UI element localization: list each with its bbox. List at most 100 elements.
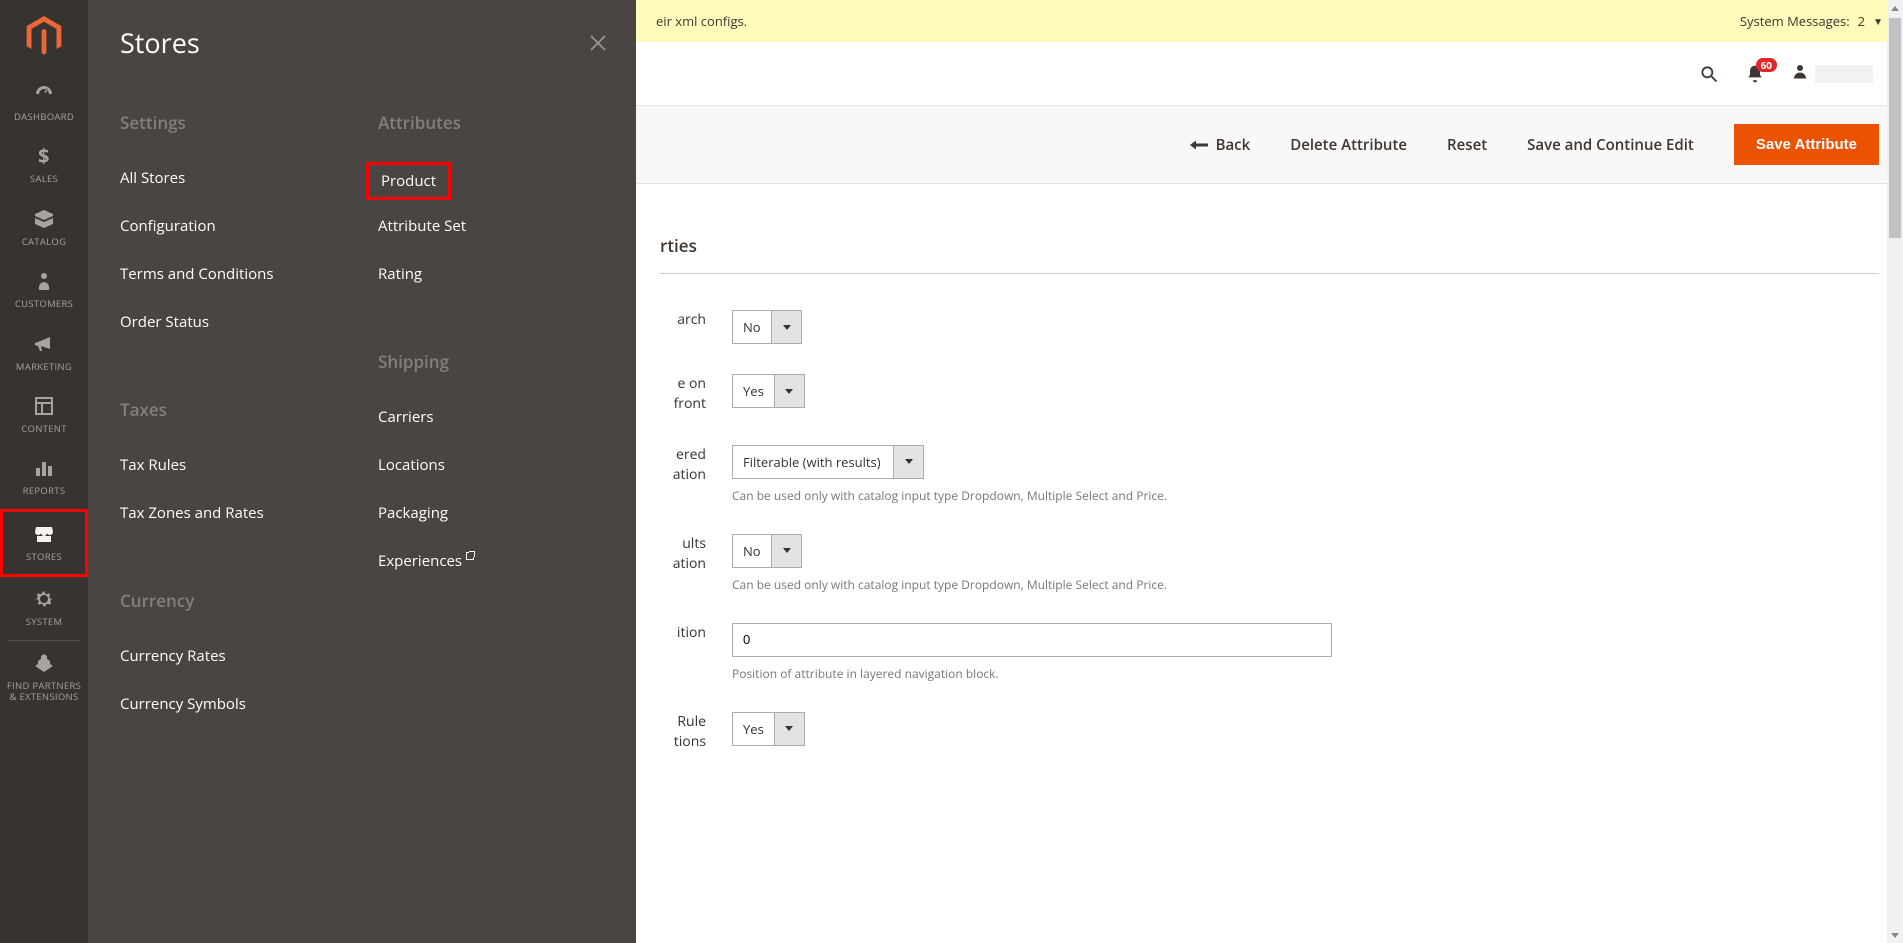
sidebar-item-partners[interactable]: FIND PARTNERS & EXTENSIONS bbox=[0, 641, 88, 715]
sidebar-label: DASHBOARD bbox=[14, 111, 74, 122]
sidebar-item-reports[interactable]: REPORTS bbox=[0, 446, 88, 508]
scroll-down-icon[interactable] bbox=[1887, 927, 1903, 943]
chevron-down-icon: ▼ bbox=[1873, 14, 1883, 28]
dollar-icon: $ bbox=[32, 144, 56, 168]
promo-rule-select[interactable]: Yes bbox=[732, 712, 805, 746]
user-menu[interactable] bbox=[1791, 62, 1873, 85]
flyout-link-terms[interactable]: Terms and Conditions bbox=[120, 264, 358, 284]
flyout-group-shipping: Shipping bbox=[378, 350, 616, 373]
search-icon[interactable] bbox=[1699, 64, 1719, 84]
admin-sidebar: DASHBOARD $ SALES CATALOG CUSTOMERS MARK… bbox=[0, 0, 88, 943]
flyout-link-packaging[interactable]: Packaging bbox=[378, 503, 616, 523]
flyout-link-rating[interactable]: Rating bbox=[378, 264, 616, 284]
flyout-col-left: Settings All Stores Configuration Terms … bbox=[120, 111, 378, 742]
form-row-promo-rule: Rule tions Yes bbox=[660, 712, 1879, 753]
main-content: eir xml configs. System Messages: 2 ▼ 60… bbox=[636, 0, 1903, 943]
partners-icon bbox=[32, 651, 56, 675]
back-label: Back bbox=[1216, 135, 1251, 155]
box-icon bbox=[32, 207, 56, 231]
chevron-down-icon bbox=[774, 713, 804, 745]
form-label-fragment: ults ation bbox=[660, 534, 706, 575]
avatar-icon bbox=[1791, 62, 1809, 85]
username-placeholder bbox=[1815, 65, 1873, 83]
sysmsg-text-fragment: eir xml configs. bbox=[656, 12, 747, 30]
sidebar-label: CUSTOMERS bbox=[15, 298, 73, 309]
comparable-select[interactable]: Yes bbox=[732, 374, 805, 408]
save-continue-button[interactable]: Save and Continue Edit bbox=[1527, 135, 1694, 155]
use-in-search-select[interactable]: No bbox=[732, 310, 802, 344]
system-message-bar: eir xml configs. System Messages: 2 ▼ bbox=[636, 0, 1903, 42]
flyout-link-carriers[interactable]: Carriers bbox=[378, 407, 616, 427]
gear-icon bbox=[32, 587, 56, 611]
external-link-icon bbox=[466, 552, 474, 560]
sysmsg-count: 2 bbox=[1858, 12, 1865, 30]
flyout-link-configuration[interactable]: Configuration bbox=[120, 216, 358, 236]
sidebar-item-customers[interactable]: CUSTOMERS bbox=[0, 259, 88, 321]
flyout-group-settings: Settings bbox=[120, 111, 358, 134]
form-row-comparable: e on front Yes bbox=[660, 374, 1879, 415]
form-label-fragment: e on front bbox=[660, 374, 706, 415]
megaphone-icon bbox=[32, 332, 56, 356]
flyout-link-order-status[interactable]: Order Status bbox=[120, 312, 358, 332]
magento-logo[interactable] bbox=[0, 0, 88, 72]
flyout-link-tax-zones[interactable]: Tax Zones and Rates bbox=[120, 503, 358, 523]
sidebar-label: CONTENT bbox=[21, 423, 67, 434]
flyout-link-attribute-set[interactable]: Attribute Set bbox=[378, 216, 616, 236]
sidebar-label: MARKETING bbox=[16, 361, 72, 372]
flyout-col-right: Attributes Product Attribute Set Rating … bbox=[378, 111, 636, 742]
layered-nav-select[interactable]: Filterable (with results) bbox=[732, 445, 924, 479]
notifications-badge: 60 bbox=[1756, 58, 1777, 72]
delete-attribute-button[interactable]: Delete Attribute bbox=[1290, 135, 1407, 155]
chevron-down-icon bbox=[774, 375, 804, 407]
sidebar-item-dashboard[interactable]: DASHBOARD bbox=[0, 72, 88, 134]
scroll-thumb[interactable] bbox=[1889, 18, 1901, 238]
flyout-group-taxes: Taxes bbox=[120, 398, 358, 421]
scroll-up-icon[interactable] bbox=[1887, 0, 1903, 16]
flyout-group-attributes: Attributes bbox=[378, 111, 616, 134]
sysmsg-label: System Messages: bbox=[1740, 12, 1850, 30]
chevron-down-icon bbox=[771, 311, 801, 343]
sidebar-label: STORES bbox=[26, 551, 62, 562]
flyout-title: Stores bbox=[120, 24, 200, 61]
notifications-icon[interactable]: 60 bbox=[1745, 64, 1765, 84]
form-label-fragment: arch bbox=[660, 310, 706, 330]
flyout-link-locations[interactable]: Locations bbox=[378, 455, 616, 475]
sidebar-item-catalog[interactable]: CATALOG bbox=[0, 197, 88, 259]
sidebar-item-system[interactable]: SYSTEM bbox=[0, 577, 88, 639]
flyout-group-currency: Currency bbox=[120, 589, 358, 612]
svg-text:$: $ bbox=[38, 144, 50, 168]
form-label-fragment: Rule tions bbox=[660, 712, 706, 753]
sidebar-label: SALES bbox=[30, 173, 58, 184]
reset-button[interactable]: Reset bbox=[1447, 135, 1487, 155]
search-results-nav-select[interactable]: No bbox=[732, 534, 802, 568]
bar-chart-icon bbox=[32, 456, 56, 480]
dashboard-icon bbox=[32, 82, 56, 106]
sidebar-label: CATALOG bbox=[22, 236, 67, 247]
form-row-position: ition Position of attribute in layered n… bbox=[660, 623, 1879, 682]
flyout-link-currency-rates[interactable]: Currency Rates bbox=[120, 646, 358, 666]
form-row-search-results-nav: ults ation No Can be used only with cata… bbox=[660, 534, 1879, 593]
person-icon bbox=[32, 269, 56, 293]
select-value: No bbox=[733, 535, 771, 567]
flyout-link-currency-symbols[interactable]: Currency Symbols bbox=[120, 694, 358, 714]
sysmsg-toggle[interactable]: System Messages: 2 ▼ bbox=[1740, 12, 1883, 30]
form-label-fragment: ered ation bbox=[660, 445, 706, 486]
store-icon bbox=[32, 522, 56, 546]
select-value: Filterable (with results) bbox=[733, 446, 893, 478]
sidebar-item-sales[interactable]: $ SALES bbox=[0, 134, 88, 196]
sidebar-item-content[interactable]: CONTENT bbox=[0, 384, 88, 446]
flyout-link-tax-rules[interactable]: Tax Rules bbox=[120, 455, 358, 475]
flyout-link-experiences[interactable]: Experiences bbox=[378, 551, 616, 571]
chevron-down-icon bbox=[893, 446, 923, 478]
back-button[interactable]: Back bbox=[1190, 135, 1251, 155]
flyout-link-all-stores[interactable]: All Stores bbox=[120, 168, 358, 188]
sidebar-item-marketing[interactable]: MARKETING bbox=[0, 322, 88, 384]
save-attribute-button[interactable]: Save Attribute bbox=[1734, 124, 1879, 165]
sidebar-item-stores[interactable]: STORES bbox=[0, 509, 88, 577]
form-label-fragment: ition bbox=[660, 623, 706, 643]
close-icon[interactable] bbox=[588, 33, 608, 53]
vertical-scrollbar[interactable] bbox=[1887, 0, 1903, 943]
position-input[interactable] bbox=[732, 623, 1332, 657]
flyout-link-product[interactable]: Product bbox=[366, 162, 451, 200]
sidebar-label: REPORTS bbox=[23, 485, 66, 496]
